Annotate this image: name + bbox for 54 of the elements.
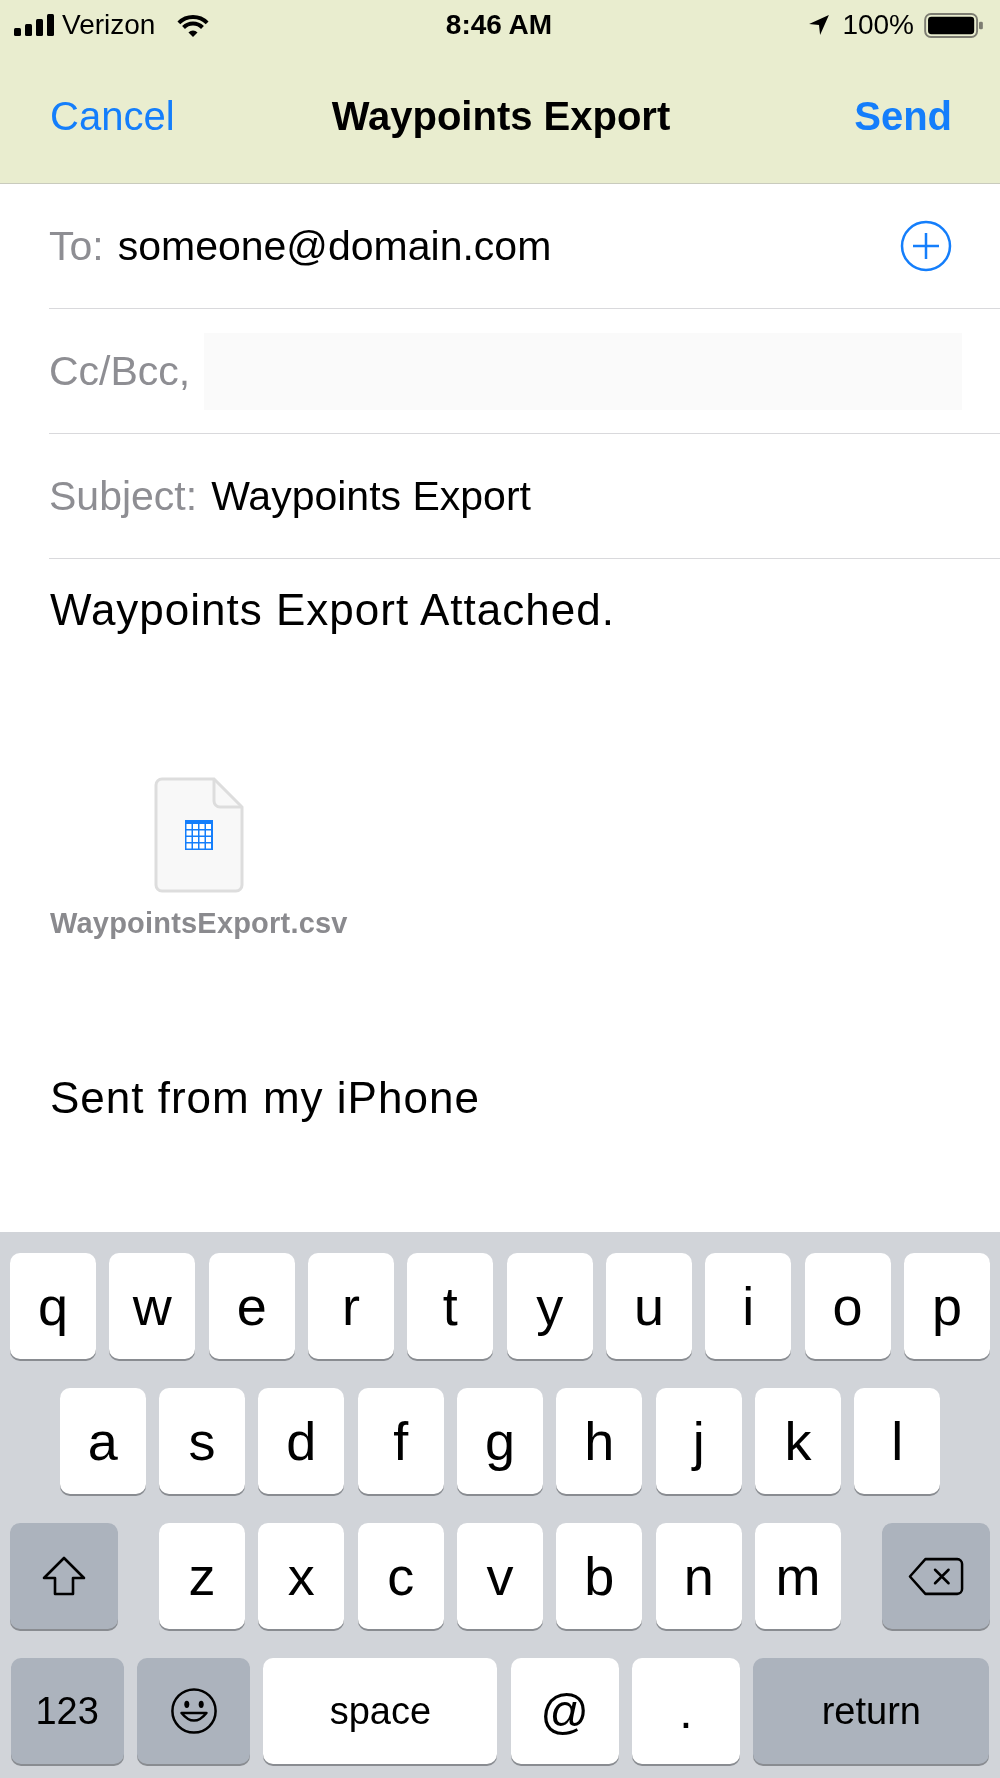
letter-key[interactable]: m <box>755 1523 841 1629</box>
battery-percent: 100% <box>842 9 914 41</box>
recipient-field[interactable]: someone@domain.com <box>117 222 552 270</box>
spreadsheet-file-icon[interactable] <box>153 777 244 893</box>
space-bar[interactable]: space <box>263 1658 498 1764</box>
letter-key[interactable]: n <box>655 1523 742 1629</box>
wifi-icon <box>177 13 210 37</box>
clock-time: 8:46 AM <box>445 9 553 41</box>
letter-key[interactable]: c <box>357 1523 444 1629</box>
numbers-key[interactable]: 123 <box>10 1658 124 1764</box>
letter-key[interactable]: w <box>109 1253 196 1359</box>
message-text: Waypoints Export Attached. <box>50 585 615 635</box>
backspace-icon <box>908 1555 964 1597</box>
letter-key[interactable]: f <box>357 1388 444 1494</box>
letter-key[interactable]: i <box>705 1253 792 1359</box>
letter-key[interactable]: q <box>10 1253 96 1359</box>
emoji-key[interactable] <box>137 1658 250 1764</box>
letter-key[interactable]: l <box>854 1388 941 1494</box>
letter-key[interactable]: y <box>506 1253 593 1359</box>
field-label: To: <box>49 222 104 270</box>
return-key[interactable]: return <box>753 1658 990 1764</box>
letter-key[interactable]: k <box>755 1388 841 1494</box>
letter-key[interactable]: p <box>903 1253 990 1359</box>
delete-key[interactable] <box>882 1523 990 1629</box>
location-arrow-icon <box>808 14 831 36</box>
shift-arrow-icon <box>41 1555 87 1597</box>
signature-text: Sent from my iPhone <box>50 1073 480 1123</box>
letter-key[interactable]: g <box>457 1388 543 1494</box>
carrier-name: Verizon <box>62 9 156 41</box>
field-label: Cc/Bcc, <box>49 347 191 395</box>
letter-key[interactable]: j <box>655 1388 742 1494</box>
letter-key[interactable]: t <box>407 1253 494 1359</box>
symbol-key[interactable]: . <box>632 1658 740 1764</box>
field-label: Subject: <box>49 472 198 520</box>
letter-key[interactable]: z <box>159 1523 245 1629</box>
letter-key[interactable]: r <box>308 1253 394 1359</box>
letter-key[interactable]: u <box>606 1253 692 1359</box>
smiley-icon <box>169 1687 218 1735</box>
letter-key[interactable]: b <box>556 1523 643 1629</box>
shift-key[interactable] <box>10 1523 118 1629</box>
letter-key[interactable]: h <box>556 1388 643 1494</box>
letter-key[interactable]: d <box>258 1388 345 1494</box>
letter-key[interactable]: o <box>804 1253 891 1359</box>
letter-key[interactable]: e <box>208 1253 295 1359</box>
letter-key[interactable]: x <box>258 1523 345 1629</box>
letter-key[interactable]: s <box>159 1388 245 1494</box>
symbol-key[interactable]: @ <box>510 1658 619 1764</box>
plus-circle-icon[interactable] <box>900 220 952 272</box>
letter-key[interactable]: a <box>59 1388 146 1494</box>
screen-title: Waypoints Export <box>331 94 671 139</box>
letter-key[interactable]: v <box>457 1523 543 1629</box>
subject-field[interactable]: Waypoints Export <box>211 472 531 520</box>
signal-icon <box>14 14 54 36</box>
battery-icon <box>924 12 984 38</box>
